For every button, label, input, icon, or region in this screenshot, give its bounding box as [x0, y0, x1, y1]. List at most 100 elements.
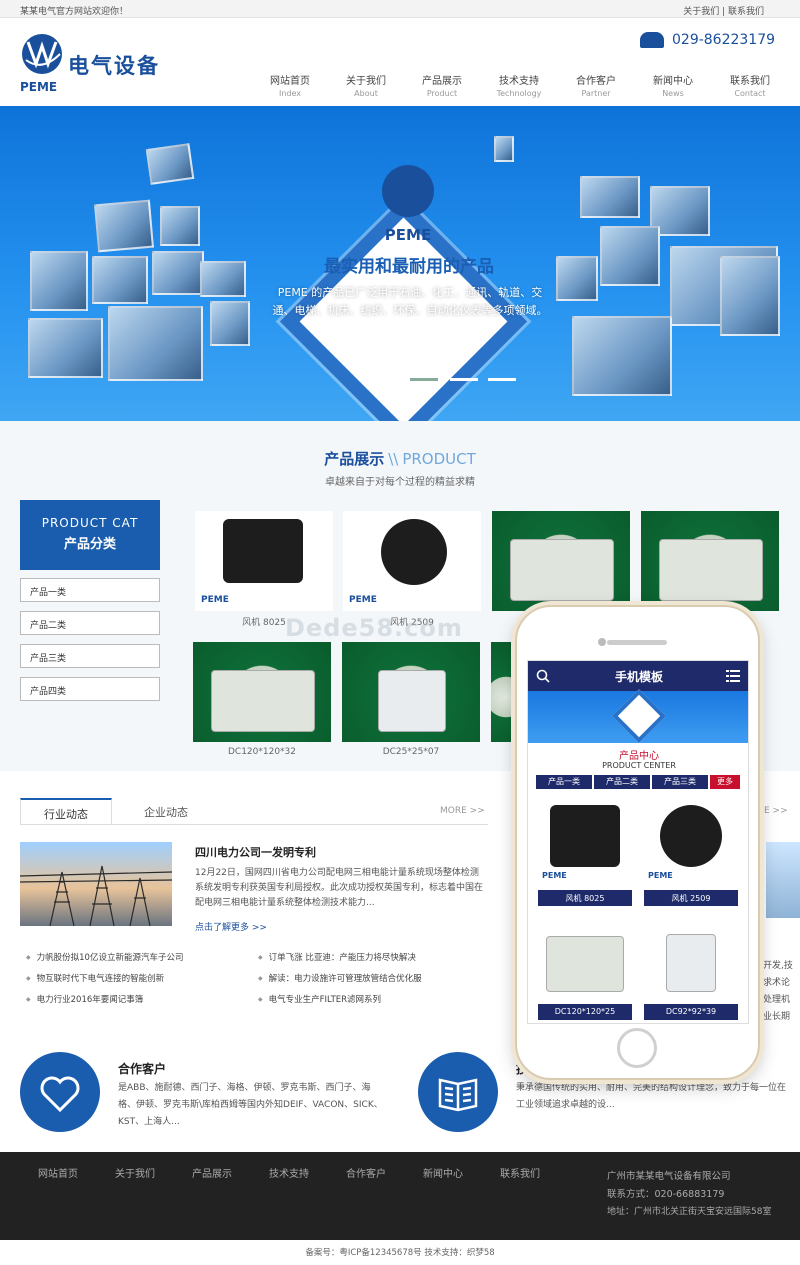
banner-description: PEME 的产品已广泛用于石油、化工、通讯、轨道、交通、电梯、机床、纺织、环保、… — [272, 286, 548, 317]
footer-link[interactable]: 新闻中心 — [423, 1165, 463, 1180]
phone-icon — [640, 32, 664, 48]
nav-sublabel: Partner — [581, 89, 611, 98]
footer-link[interactable]: 技术支持 — [269, 1165, 309, 1180]
phone-product-card[interactable] — [644, 914, 738, 1006]
phone-banner[interactable] — [528, 689, 748, 743]
nav-news[interactable]: 新闻中心 News — [635, 72, 711, 98]
tab-industry-news[interactable]: 行业动态 — [20, 798, 112, 824]
phone-camera — [598, 638, 606, 646]
nav-partner[interactable]: 合作客户 Partner — [558, 72, 634, 98]
clients-title: 合作客户 — [118, 1062, 167, 1076]
news-more-link[interactable]: MORE >> — [440, 806, 485, 816]
logo-icon[interactable] — [20, 32, 64, 76]
news-headline[interactable]: 四川电力公司一发明专利 — [195, 844, 316, 860]
fan-image — [381, 519, 447, 585]
banner-photo — [720, 256, 780, 336]
nav-product[interactable]: 产品展示 Product — [404, 72, 480, 98]
category-item[interactable]: 产品四类 — [20, 677, 160, 701]
nav-contact[interactable]: 联系我们 Contact — [712, 72, 788, 98]
product-card[interactable] — [193, 642, 331, 742]
top-bar: 某某电气官方网站欢迎你！ 关于我们 | 联系我们 — [0, 0, 800, 18]
category-item[interactable]: 产品一类 — [20, 578, 160, 602]
product-logo: PEME — [542, 871, 567, 880]
banner-photo — [160, 206, 200, 246]
phone-product-caption[interactable]: 风机 2509 — [644, 890, 738, 906]
category-item[interactable]: 产品三类 — [20, 644, 160, 668]
hero-banner[interactable]: PEME 最实用和最耐用的产品 PEME 的产品已广泛用于石油、化工、通讯、轨道… — [0, 106, 800, 421]
banner-logo-icon — [382, 165, 434, 217]
brand-abbr: PEME — [20, 80, 58, 94]
phone-product-caption[interactable]: DC92*92*39 — [644, 1004, 738, 1020]
tech-text: 秉承德国传统的实用、耐用、完美的结构设计理念，致力于每一位在工业领域追求卓越的设… — [516, 1083, 787, 1110]
product-section-title: 产品展示 \\ PRODUCT — [0, 448, 800, 469]
slide-dot-3[interactable] — [488, 378, 516, 381]
nav-label: 联系我们 — [730, 76, 770, 87]
banner-photo — [92, 256, 148, 304]
phone-product-card[interactable]: PEME — [644, 801, 738, 893]
footer-link[interactable]: 关于我们 — [115, 1165, 155, 1180]
banner-photo — [108, 306, 203, 381]
product-card[interactable] — [641, 511, 779, 611]
footer-contact: 联系方式：020-66883179 — [607, 1189, 725, 1200]
news-read-more[interactable]: 点击了解更多 >> — [195, 920, 267, 933]
brand-name[interactable]: 电气设备 — [68, 50, 160, 80]
phone-product-caption[interactable]: DC120*120*25 — [538, 1004, 632, 1020]
category-header-en: PRODUCT CAT — [41, 516, 139, 530]
phone-title: 手机模板 — [614, 670, 663, 684]
top-links[interactable]: 关于我们 | 联系我们 — [683, 4, 764, 17]
phone-banner-diamond — [612, 689, 666, 743]
product-card[interactable] — [342, 642, 480, 742]
product-caption[interactable]: DC25*25*07 — [342, 747, 480, 757]
nav-technology[interactable]: 技术支持 Technology — [481, 72, 557, 98]
tab-company-news[interactable]: 企业动态 — [122, 798, 210, 824]
tab-divider — [20, 824, 488, 825]
phone-product-caption[interactable]: 风机 8025 — [538, 890, 632, 906]
menu-icon[interactable] — [726, 669, 740, 683]
footer-link[interactable]: 网站首页 — [38, 1165, 78, 1180]
footer-link[interactable]: 合作客户 — [346, 1165, 386, 1180]
footer-company: 广州市某某电气设备有限公司 — [607, 1171, 731, 1182]
phone-tab[interactable]: 产品三类 — [652, 775, 708, 789]
banner-photo — [580, 176, 640, 218]
book-icon — [418, 1052, 498, 1132]
banner-photo — [152, 251, 204, 295]
news-image[interactable] — [19, 842, 173, 927]
news-list-item[interactable]: 力帆股份拟10亿设立新能源汽车子公司 — [26, 951, 184, 963]
product-card[interactable]: PEME — [195, 511, 333, 611]
text-fragment: 处理机 — [763, 995, 791, 1005]
nav-sublabel: About — [354, 89, 378, 98]
nav-sublabel: Technology — [496, 89, 542, 98]
news-list-item[interactable]: 电气专业生产FILTER滤网系列 — [258, 993, 381, 1005]
nav-about[interactable]: 关于我们 About — [328, 72, 404, 98]
phone-tab[interactable]: 产品一类 — [536, 775, 592, 789]
news-list-item[interactable]: 电力行业2016年要闻记事簿 — [26, 993, 144, 1005]
product-card[interactable] — [492, 511, 630, 611]
phone-product-card[interactable] — [538, 914, 632, 1006]
text-fragment: 业长期 — [763, 1012, 791, 1022]
nav-label: 关于我们 — [346, 76, 386, 87]
more-fragment: E >> — [764, 806, 788, 816]
phone-product-card[interactable]: PEME — [538, 801, 632, 893]
product-card[interactable]: PEME — [343, 511, 481, 611]
category-item[interactable]: 产品二类 — [20, 611, 160, 635]
nav-index[interactable]: 网站首页 Index — [252, 72, 328, 98]
footer-link[interactable]: 联系我们 — [500, 1165, 540, 1180]
slide-dot-2[interactable] — [450, 378, 478, 381]
news-list-item[interactable]: 订单飞涨 比亚迪：产能压力将尽快解决 — [258, 951, 416, 963]
news-summary: 12月22日，国网四川省电力公司配电网三相电能计量系统现场整体检测系统发明专利获… — [195, 868, 484, 908]
footer-link[interactable]: 产品展示 — [192, 1165, 232, 1180]
news-list-item[interactable]: 解读：电力设施许可管理放管结合优化服 — [258, 972, 422, 984]
slide-dot-1[interactable] — [410, 378, 438, 381]
phone-header: 手机模板 — [528, 661, 748, 691]
phone-more-tab[interactable]: 更多 — [710, 775, 740, 789]
phone-tab[interactable]: 产品二类 — [594, 775, 650, 789]
copyright: 备案号：粤ICP备12345678号 技术支持：织梦58 — [305, 1248, 495, 1258]
news-list-item[interactable]: 物互联时代下电气连接的智能创新 — [26, 972, 165, 984]
nav-sublabel: News — [662, 89, 684, 98]
transmission-tower-icon — [19, 865, 173, 927]
nav-label: 新闻中心 — [653, 76, 693, 87]
banner-logo-text: PEME — [384, 226, 432, 244]
text-fragment: 求术论 — [763, 978, 791, 988]
phone-section-subtitle: PRODUCT CENTER — [602, 761, 676, 770]
product-caption[interactable]: DC120*120*32 — [193, 747, 331, 757]
